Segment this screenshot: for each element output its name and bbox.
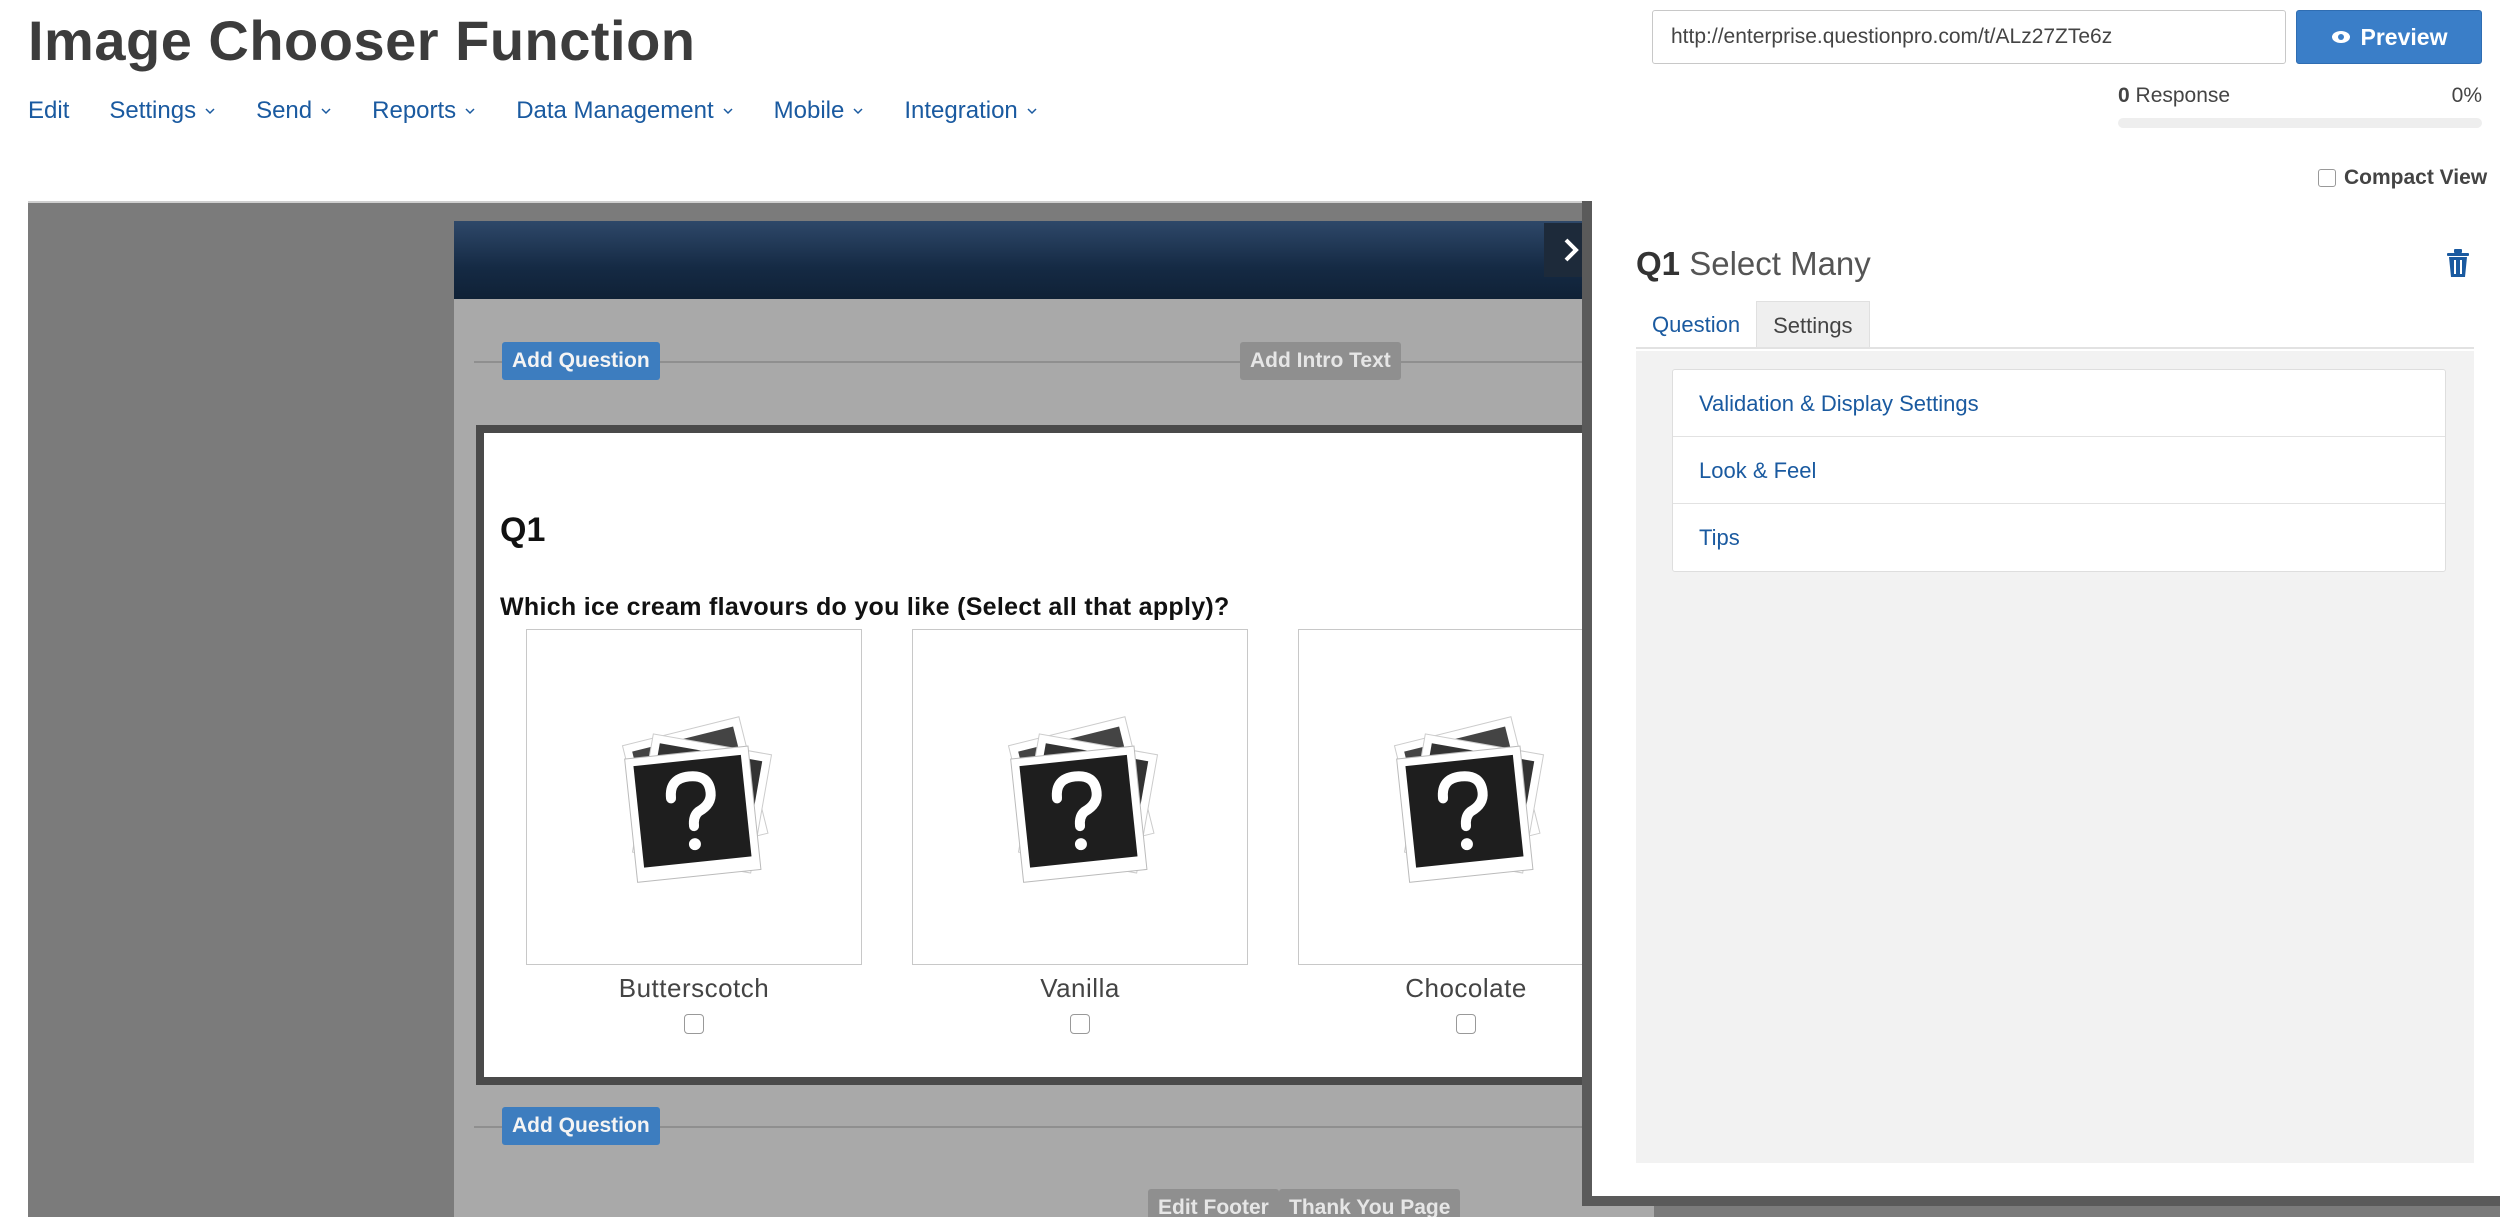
question-number: Q1	[500, 511, 546, 549]
image-frame[interactable]	[526, 629, 862, 965]
image-placeholder-icon	[1393, 716, 1545, 883]
chevron-down-icon	[465, 108, 475, 115]
settings-list: Validation & Display Settings Look & Fee…	[1672, 369, 2446, 572]
nav-edit-label: Edit	[28, 97, 70, 124]
response-progress-bar	[2118, 118, 2482, 128]
option-label: Vanilla	[1040, 973, 1120, 1003]
nav-send-label: Send	[256, 97, 313, 124]
tab-settings[interactable]: Settings	[1756, 301, 1870, 347]
question-card[interactable]: Q1 Which ice cream flavours do you like …	[476, 425, 1656, 1085]
image-placeholder-icon	[621, 716, 773, 883]
chevron-right-icon	[1564, 238, 1579, 262]
add-question-button[interactable]: Add Question	[502, 1107, 660, 1145]
survey-header-banner	[454, 221, 1654, 299]
image-option[interactable]: Vanilla	[912, 629, 1248, 1034]
panel-title: Q1 Select Many	[1636, 245, 1871, 283]
survey-url-field[interactable]: http://enterprise.questionpro.com/t/ALz2…	[1652, 10, 2286, 64]
page-title: Image Chooser Function	[28, 9, 696, 72]
chevron-down-icon	[853, 108, 863, 115]
response-count: 0	[2118, 84, 2130, 107]
thank-you-page-button[interactable]: Thank You Page	[1279, 1189, 1461, 1217]
nav-reports-label: Reports	[372, 97, 457, 124]
option-checkbox[interactable]	[1456, 1014, 1476, 1034]
nav-settings-label: Settings	[109, 97, 197, 124]
settings-item-tips[interactable]: Tips	[1673, 504, 2445, 571]
chevron-down-icon	[1027, 108, 1037, 115]
edit-footer-button[interactable]: Edit Footer	[1148, 1189, 1279, 1217]
compact-view-toggle[interactable]: Compact View	[2318, 166, 2487, 190]
response-label: Response	[2135, 84, 2231, 107]
settings-item-look-feel[interactable]: Look & Feel	[1673, 437, 2445, 504]
nav-settings[interactable]: Settings	[109, 94, 216, 128]
survey-preview: Add Question Add Intro Text Q1 Which ice…	[454, 221, 1656, 1217]
tab-question[interactable]: Question	[1636, 301, 1756, 347]
settings-tab-content: Validation & Display Settings Look & Fee…	[1636, 351, 2474, 1163]
add-intro-text-button[interactable]: Add Intro Text	[1240, 342, 1401, 380]
nav-edit[interactable]: Edit	[28, 94, 69, 128]
eye-icon	[2331, 31, 2350, 43]
add-question-button[interactable]: Add Question	[502, 342, 660, 380]
nav-integration[interactable]: Integration	[904, 94, 1037, 128]
panel-question-type: Select Many	[1689, 245, 1871, 282]
nav-data-management-label: Data Management	[516, 97, 714, 124]
preview-button-label: Preview	[2360, 23, 2448, 50]
chevron-down-icon	[205, 108, 215, 115]
response-summary: 0 Response 0%	[2118, 84, 2482, 128]
option-label: Butterscotch	[618, 973, 770, 1003]
option-checkbox[interactable]	[1070, 1014, 1090, 1034]
image-frame[interactable]	[912, 629, 1248, 965]
nav-mobile[interactable]: Mobile	[774, 94, 865, 128]
panel-question-number: Q1	[1636, 245, 1681, 282]
panel-tabs: Question Settings	[1636, 301, 2474, 349]
nav-data-management[interactable]: Data Management	[516, 94, 733, 128]
nav-send[interactable]: Send	[256, 94, 332, 128]
chevron-down-icon	[723, 108, 733, 115]
preview-button[interactable]: Preview	[2296, 10, 2482, 64]
image-placeholder-icon	[1007, 716, 1159, 883]
question-text: Which ice cream flavours do you like (Se…	[500, 593, 1230, 621]
chevron-down-icon	[321, 108, 331, 115]
compact-view-checkbox[interactable]	[2318, 169, 2336, 187]
response-percent: 0%	[2451, 84, 2482, 107]
nav-reports[interactable]: Reports	[372, 94, 476, 128]
compact-view-label: Compact View	[2344, 166, 2488, 189]
image-option[interactable]: Butterscotch	[526, 629, 862, 1034]
nav-mobile-label: Mobile	[773, 97, 845, 124]
top-nav: Edit Settings Send Reports Data Manageme…	[28, 94, 1078, 128]
nav-integration-label: Integration	[904, 97, 1018, 124]
settings-item-validation[interactable]: Validation & Display Settings	[1673, 370, 2445, 437]
option-checkbox[interactable]	[684, 1014, 704, 1034]
trash-icon[interactable]	[2444, 247, 2472, 279]
question-settings-panel: Q1 Select Many Question Settings Validat…	[1582, 201, 2500, 1206]
